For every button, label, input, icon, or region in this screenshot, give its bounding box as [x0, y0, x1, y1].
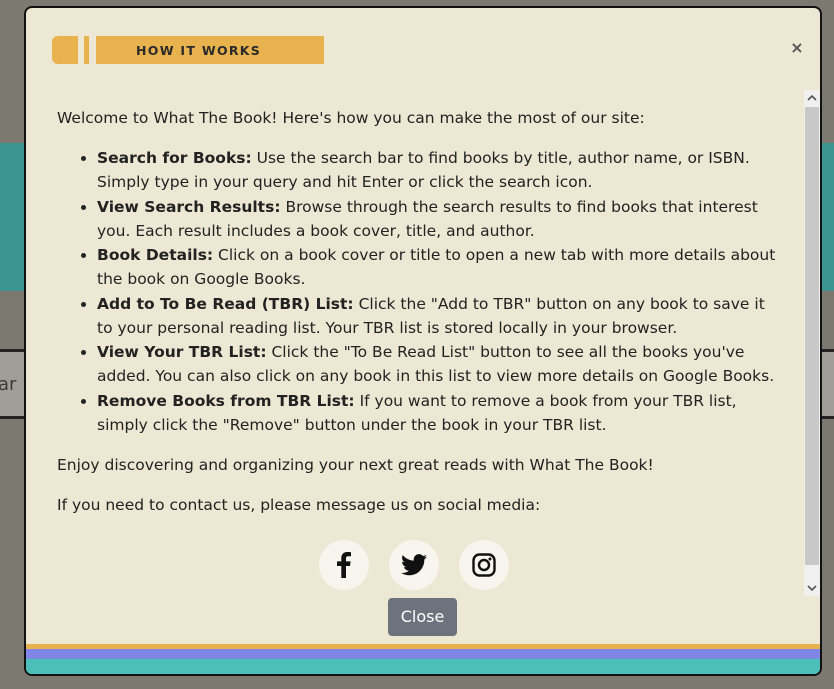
feature-item-view-tbr: View Your TBR List: Click the "To Be Rea…	[97, 340, 777, 388]
modal-body[interactable]: Welcome to What The Book! Here's how you…	[26, 90, 820, 595]
feature-title: Add to To Be Read (TBR) List:	[97, 294, 354, 313]
how-it-works-modal: HOW IT WORKS × Welcome to What The Book!…	[24, 6, 822, 676]
close-icon[interactable]: ×	[790, 40, 804, 56]
close-button[interactable]: Close	[388, 598, 457, 636]
feature-title: Remove Books from TBR List:	[97, 391, 355, 410]
feature-title: View Search Results:	[97, 197, 281, 216]
feature-item-add-tbr: Add to To Be Read (TBR) List: Click the …	[97, 292, 777, 340]
feature-title: Search for Books:	[97, 149, 252, 167]
modal-header-banner: HOW IT WORKS	[52, 36, 324, 64]
intro-text: Welcome to What The Book! Here's how you…	[57, 109, 645, 127]
scrollbar-thumb[interactable]	[805, 107, 819, 565]
banner-decoration-left	[52, 36, 78, 64]
footer-stripe-purple	[26, 649, 820, 659]
modal-scrollbar[interactable]	[804, 90, 820, 596]
feature-title: Book Details:	[97, 246, 214, 264]
facebook-icon[interactable]	[319, 540, 369, 590]
contact-text: If you need to contact us, please messag…	[57, 496, 541, 514]
outro-text: Enjoy discovering and organizing your ne…	[57, 456, 654, 474]
scroll-up-arrow-icon[interactable]	[804, 90, 820, 106]
instagram-icon[interactable]	[459, 540, 509, 590]
feature-item-details: Book Details: Click on a book cover or t…	[97, 243, 777, 291]
modal-title: HOW IT WORKS	[136, 43, 262, 58]
feature-item-search: Search for Books: Use the search bar to …	[97, 146, 777, 194]
features-list: Search for Books: Use the search bar to …	[57, 146, 777, 437]
banner-decoration-bar	[84, 36, 89, 64]
feature-item-results: View Search Results: Browse through the …	[97, 195, 777, 243]
footer-stripe-teal	[26, 659, 820, 674]
scroll-down-arrow-icon[interactable]	[804, 580, 820, 596]
feature-item-remove-tbr: Remove Books from TBR List: If you want …	[97, 389, 777, 437]
background-search-placeholder: ar	[0, 374, 17, 395]
twitter-icon[interactable]	[389, 540, 439, 590]
feature-title: View Your TBR List:	[97, 343, 267, 361]
